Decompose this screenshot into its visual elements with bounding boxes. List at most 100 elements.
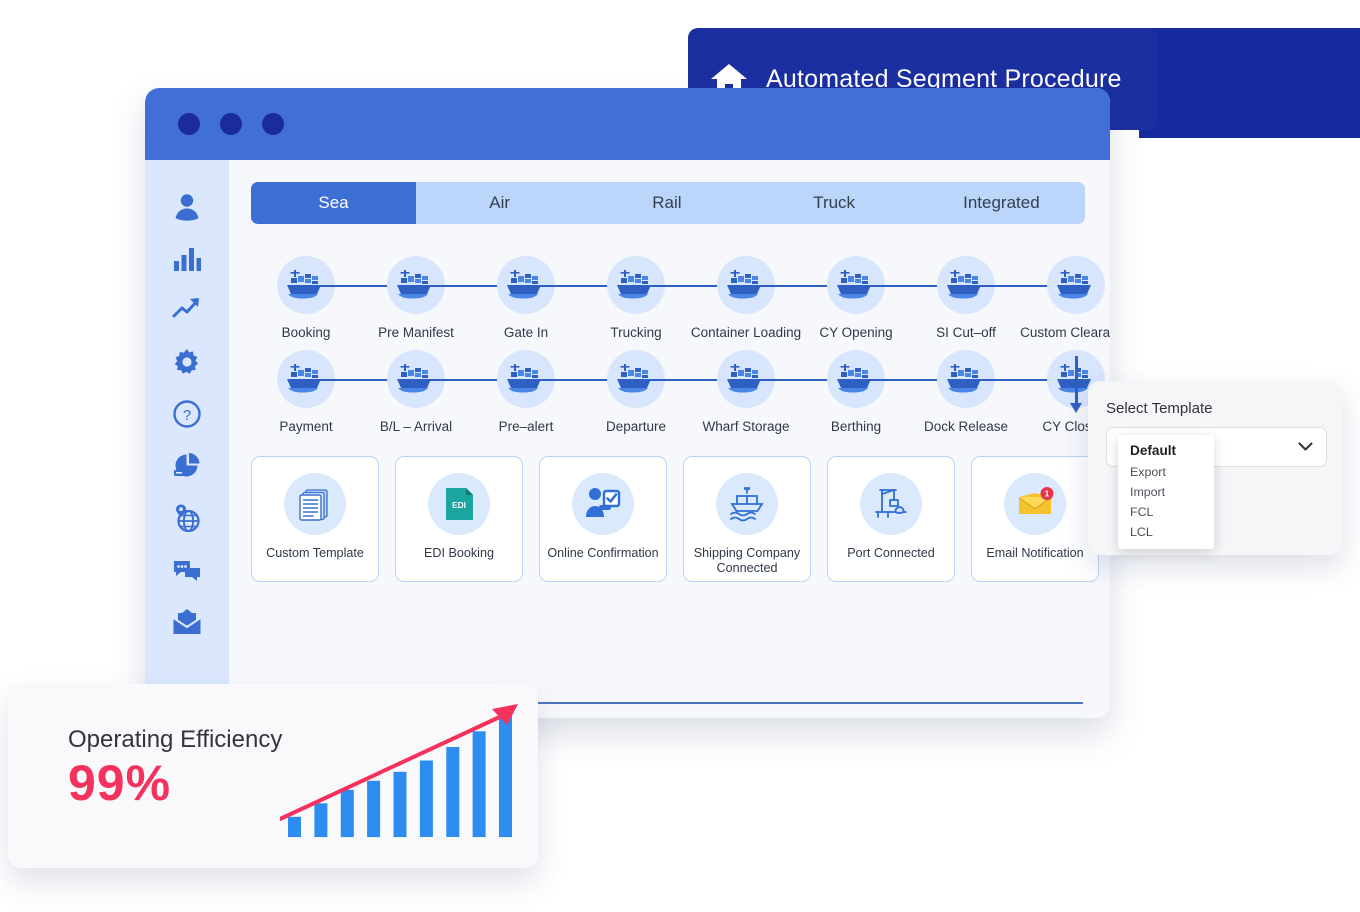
svg-text:?: ? bbox=[183, 407, 191, 424]
flow-node[interactable]: Booking bbox=[251, 256, 405, 340]
envelope-icon bbox=[172, 607, 202, 642]
flow-node[interactable]: SI Cut–off bbox=[911, 256, 1065, 340]
sidebar-item-messages[interactable] bbox=[161, 546, 213, 598]
sidebar-item-trends[interactable] bbox=[161, 286, 213, 338]
pie-chart-icon bbox=[172, 451, 202, 486]
tab-sea[interactable]: Sea bbox=[251, 182, 416, 224]
sidebar-item-mail[interactable] bbox=[161, 598, 213, 650]
sidebar-item-statistics[interactable] bbox=[161, 234, 213, 286]
user-icon bbox=[172, 191, 202, 226]
flow-node[interactable]: Gate In bbox=[471, 256, 625, 340]
flow-node[interactable]: Wharf Storage bbox=[691, 350, 845, 434]
flow-node-label: Pre–alert bbox=[498, 419, 554, 434]
email-alert-icon: 1 bbox=[1004, 473, 1066, 535]
select-template-label: Select Template bbox=[1106, 400, 1213, 417]
flow-node[interactable]: Pre Manifest bbox=[361, 256, 515, 340]
feature-card[interactable]: 1 Email Notification bbox=[971, 456, 1099, 582]
template-option-lcl[interactable]: LCL bbox=[1118, 522, 1214, 542]
feature-card[interactable]: Shipping Company Connected bbox=[683, 456, 811, 582]
tab-rail[interactable]: Rail bbox=[583, 182, 750, 224]
tab-integrated[interactable]: Integrated bbox=[918, 182, 1085, 224]
tab-truck[interactable]: Truck bbox=[751, 182, 918, 224]
flow-node-label: Gate In bbox=[503, 325, 549, 340]
flow-node[interactable]: Container Loading bbox=[690, 256, 845, 340]
person-checklist-icon bbox=[572, 473, 634, 535]
svg-text:EDI: EDI bbox=[452, 500, 466, 510]
feature-card[interactable]: Custom Template bbox=[251, 456, 379, 582]
flow-node[interactable]: Trucking bbox=[581, 256, 735, 340]
flow-node-label: Payment bbox=[279, 419, 333, 434]
template-options-list: Default Export Import FCL LCL bbox=[1118, 435, 1214, 549]
feature-card[interactable]: Online Confirmation bbox=[539, 456, 667, 582]
flow-node-label: Trucking bbox=[610, 325, 662, 340]
window-body: ? Sea Air Rail Truck Integrated Booking … bbox=[145, 160, 1110, 718]
sidebar-item-user[interactable] bbox=[161, 182, 213, 234]
svg-text:1: 1 bbox=[1045, 488, 1050, 498]
documents-icon bbox=[284, 473, 346, 535]
feature-card-label: EDI Booking bbox=[423, 546, 494, 560]
screen-root: Automated Segment Procedure ? Sea Air Ra… bbox=[0, 0, 1360, 912]
feature-card[interactable]: Port Connected bbox=[827, 456, 955, 582]
flow-node-label: Pre Manifest bbox=[378, 325, 454, 340]
sidebar-item-help[interactable]: ? bbox=[161, 390, 213, 442]
feature-card-label: Port Connected bbox=[847, 546, 935, 560]
flow-node[interactable]: Pre–alert bbox=[471, 350, 625, 434]
minimize-dot[interactable] bbox=[220, 113, 242, 135]
template-option-fcl[interactable]: FCL bbox=[1118, 502, 1214, 522]
chevron-down-icon bbox=[1297, 439, 1314, 454]
flow-node-label: Custom Clearance bbox=[1020, 325, 1110, 340]
efficiency-value: 99% bbox=[68, 755, 172, 811]
flow-node-label: Berthing bbox=[830, 419, 882, 434]
feature-card-label: Shipping Company Connected bbox=[693, 546, 801, 575]
flow-node[interactable]: CY Opening bbox=[801, 256, 955, 340]
flow-node-label: SI Cut–off bbox=[936, 325, 996, 340]
question-circle-icon: ? bbox=[172, 399, 202, 434]
close-dot[interactable] bbox=[178, 113, 200, 135]
sidebar-item-reports[interactable] bbox=[161, 442, 213, 494]
edi-document-icon: EDI bbox=[428, 473, 490, 535]
sidebar-item-settings[interactable] bbox=[161, 338, 213, 390]
flow-node-label: CY Opening bbox=[819, 325, 893, 340]
flow-node-label: Container Loading bbox=[690, 325, 802, 340]
flow-node-label: B/L – Arrival bbox=[379, 419, 453, 434]
globe-pin-icon bbox=[172, 503, 202, 538]
feature-cards: Custom Template EDI EDI Booking Online Conf… bbox=[251, 456, 1110, 582]
flow-node[interactable]: B/L – Arrival bbox=[361, 350, 515, 434]
flow-node[interactable]: Dock Release bbox=[911, 350, 1065, 434]
window-titlebar bbox=[145, 88, 1110, 160]
bar-chart-icon bbox=[172, 243, 202, 278]
trending-up-icon bbox=[172, 295, 202, 330]
main-content: Sea Air Rail Truck Integrated Booking Pre… bbox=[229, 160, 1110, 718]
flow-row-1: Booking Pre Manifest Gate In Trucking Contai… bbox=[251, 256, 1110, 340]
transport-mode-tabs: Sea Air Rail Truck Integrated bbox=[251, 182, 1085, 224]
banner-right-extension bbox=[1139, 28, 1360, 138]
chat-bubbles-icon bbox=[172, 555, 202, 590]
template-option-default[interactable]: Default bbox=[1118, 440, 1214, 462]
flow-node[interactable]: Berthing bbox=[801, 350, 955, 434]
app-window: ? Sea Air Rail Truck Integrated Booking … bbox=[145, 88, 1110, 718]
flow-vertical-connector bbox=[1069, 356, 1082, 413]
flow-node-label: Booking bbox=[281, 325, 331, 340]
feature-card[interactable]: EDI EDI Booking bbox=[395, 456, 523, 582]
tab-air[interactable]: Air bbox=[416, 182, 583, 224]
flow-node[interactable]: Departure bbox=[581, 350, 735, 434]
flow-node-label: Dock Release bbox=[923, 419, 1009, 434]
sidebar: ? bbox=[145, 160, 229, 718]
template-option-import[interactable]: Import bbox=[1118, 482, 1214, 502]
template-option-export[interactable]: Export bbox=[1118, 462, 1214, 482]
feature-card-label: Custom Template bbox=[266, 546, 364, 560]
efficiency-bar-chart bbox=[278, 694, 520, 854]
maximize-dot[interactable] bbox=[262, 113, 284, 135]
gear-icon bbox=[172, 347, 202, 382]
efficiency-title: Operating Efficiency bbox=[68, 726, 283, 753]
feature-card-label: Email Notification bbox=[986, 546, 1084, 560]
sidebar-item-tracking[interactable] bbox=[161, 494, 213, 546]
feature-card-label: Online Confirmation bbox=[547, 546, 659, 560]
flow-node-label: Wharf Storage bbox=[702, 419, 790, 434]
flow-node[interactable]: Custom Clearance bbox=[1020, 256, 1110, 340]
ship-waves-icon bbox=[716, 473, 778, 535]
flow-row-2: Payment B/L – Arrival Pre–alert Departure Wh… bbox=[251, 350, 1110, 434]
select-template-panel: Select Template Default Export Import FC… bbox=[1088, 381, 1342, 555]
flow-node[interactable]: Payment bbox=[251, 350, 405, 434]
operating-efficiency-card: Operating Efficiency 99% bbox=[8, 684, 538, 868]
